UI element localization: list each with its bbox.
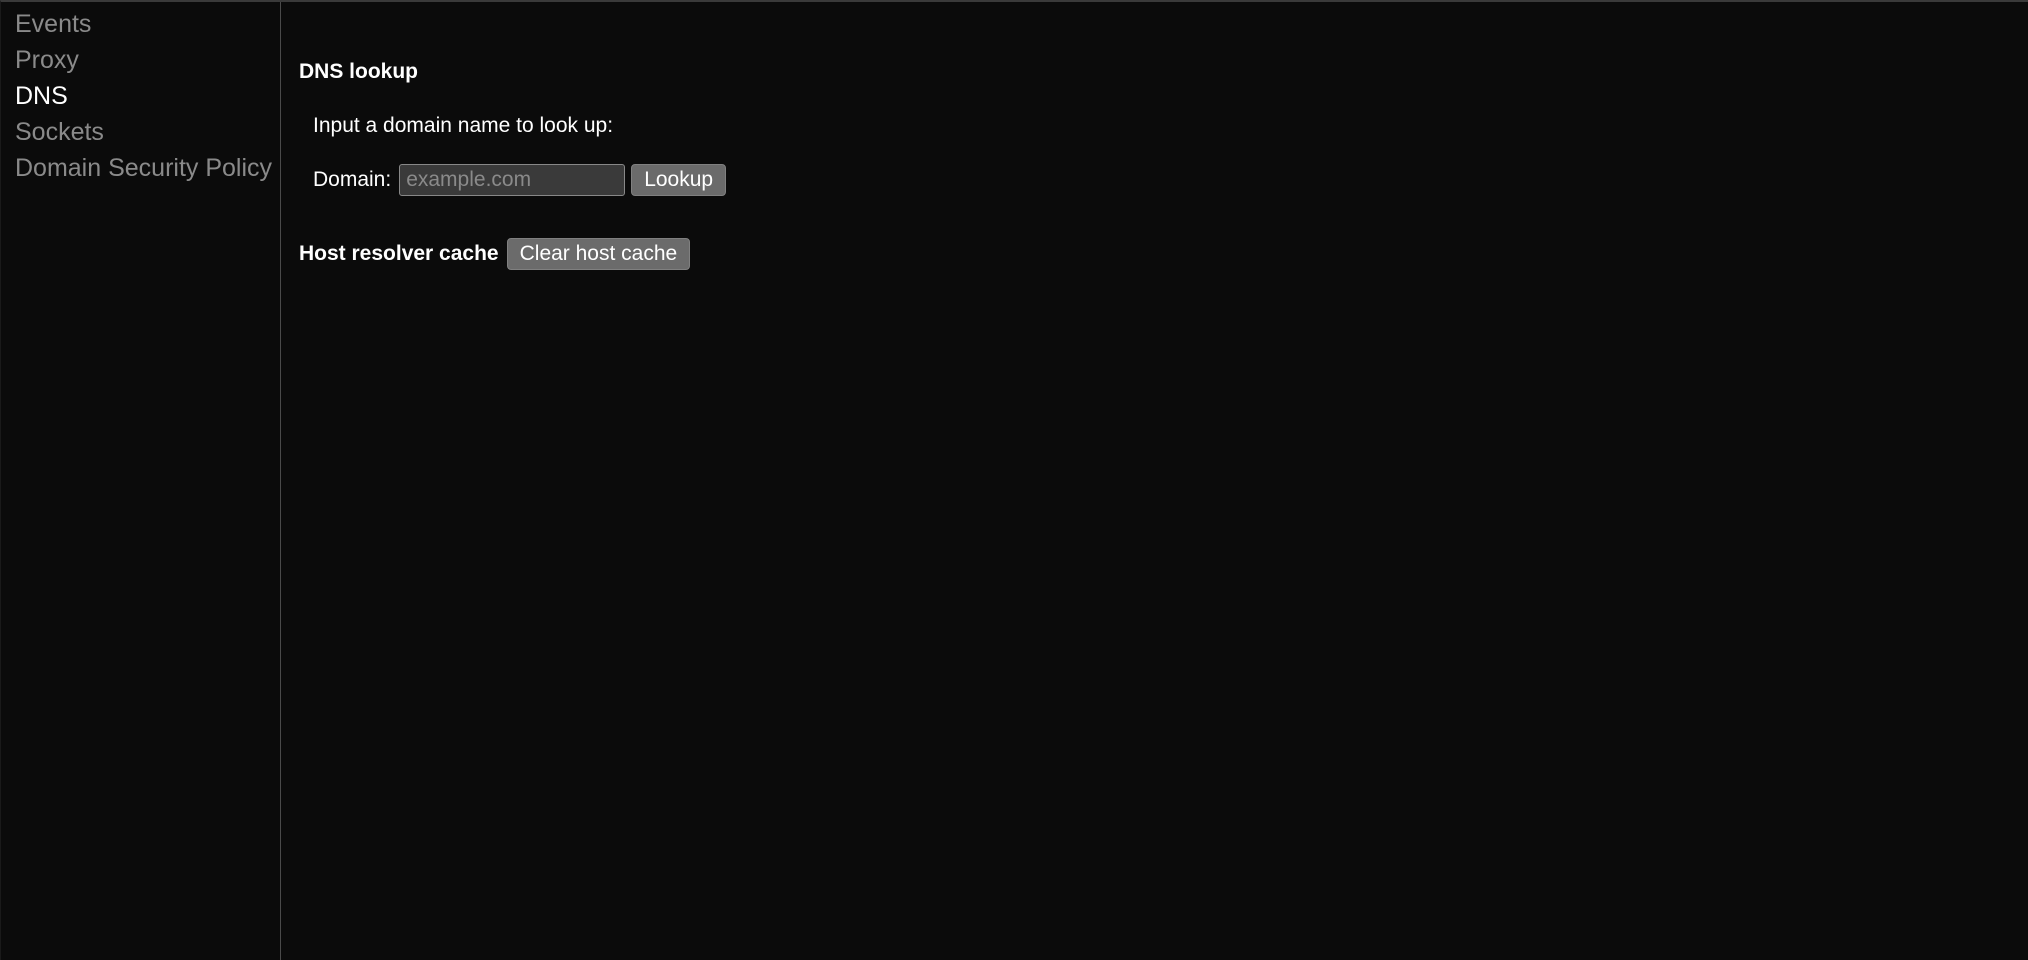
domain-label: Domain: [313, 168, 391, 192]
sidebar-item-domain-security-policy[interactable]: Domain Security Policy [15, 150, 280, 186]
sidebar-item-sockets[interactable]: Sockets [15, 114, 280, 150]
app-root: Events Proxy DNS Sockets Domain Security… [0, 0, 2028, 960]
sidebar-item-dns[interactable]: DNS [15, 78, 280, 114]
sidebar-item-proxy[interactable]: Proxy [15, 42, 280, 78]
main-content: DNS lookup Input a domain name to look u… [281, 2, 2028, 960]
dns-lookup-title: DNS lookup [299, 60, 2010, 84]
sidebar-item-events[interactable]: Events [15, 6, 280, 42]
dns-lookup-block: Input a domain name to look up: Domain: … [299, 114, 2010, 196]
domain-input[interactable] [399, 164, 625, 196]
dns-lookup-form-row: Domain: Lookup [313, 164, 2010, 196]
clear-host-cache-button[interactable]: Clear host cache [507, 238, 691, 270]
sidebar: Events Proxy DNS Sockets Domain Security… [1, 2, 281, 960]
host-resolver-section: Host resolver cache Clear host cache [299, 238, 2010, 270]
host-resolver-cache-label: Host resolver cache [299, 242, 499, 266]
dns-lookup-prompt: Input a domain name to look up: [313, 114, 2010, 138]
lookup-button[interactable]: Lookup [631, 164, 726, 196]
dns-lookup-section: DNS lookup Input a domain name to look u… [299, 60, 2010, 196]
